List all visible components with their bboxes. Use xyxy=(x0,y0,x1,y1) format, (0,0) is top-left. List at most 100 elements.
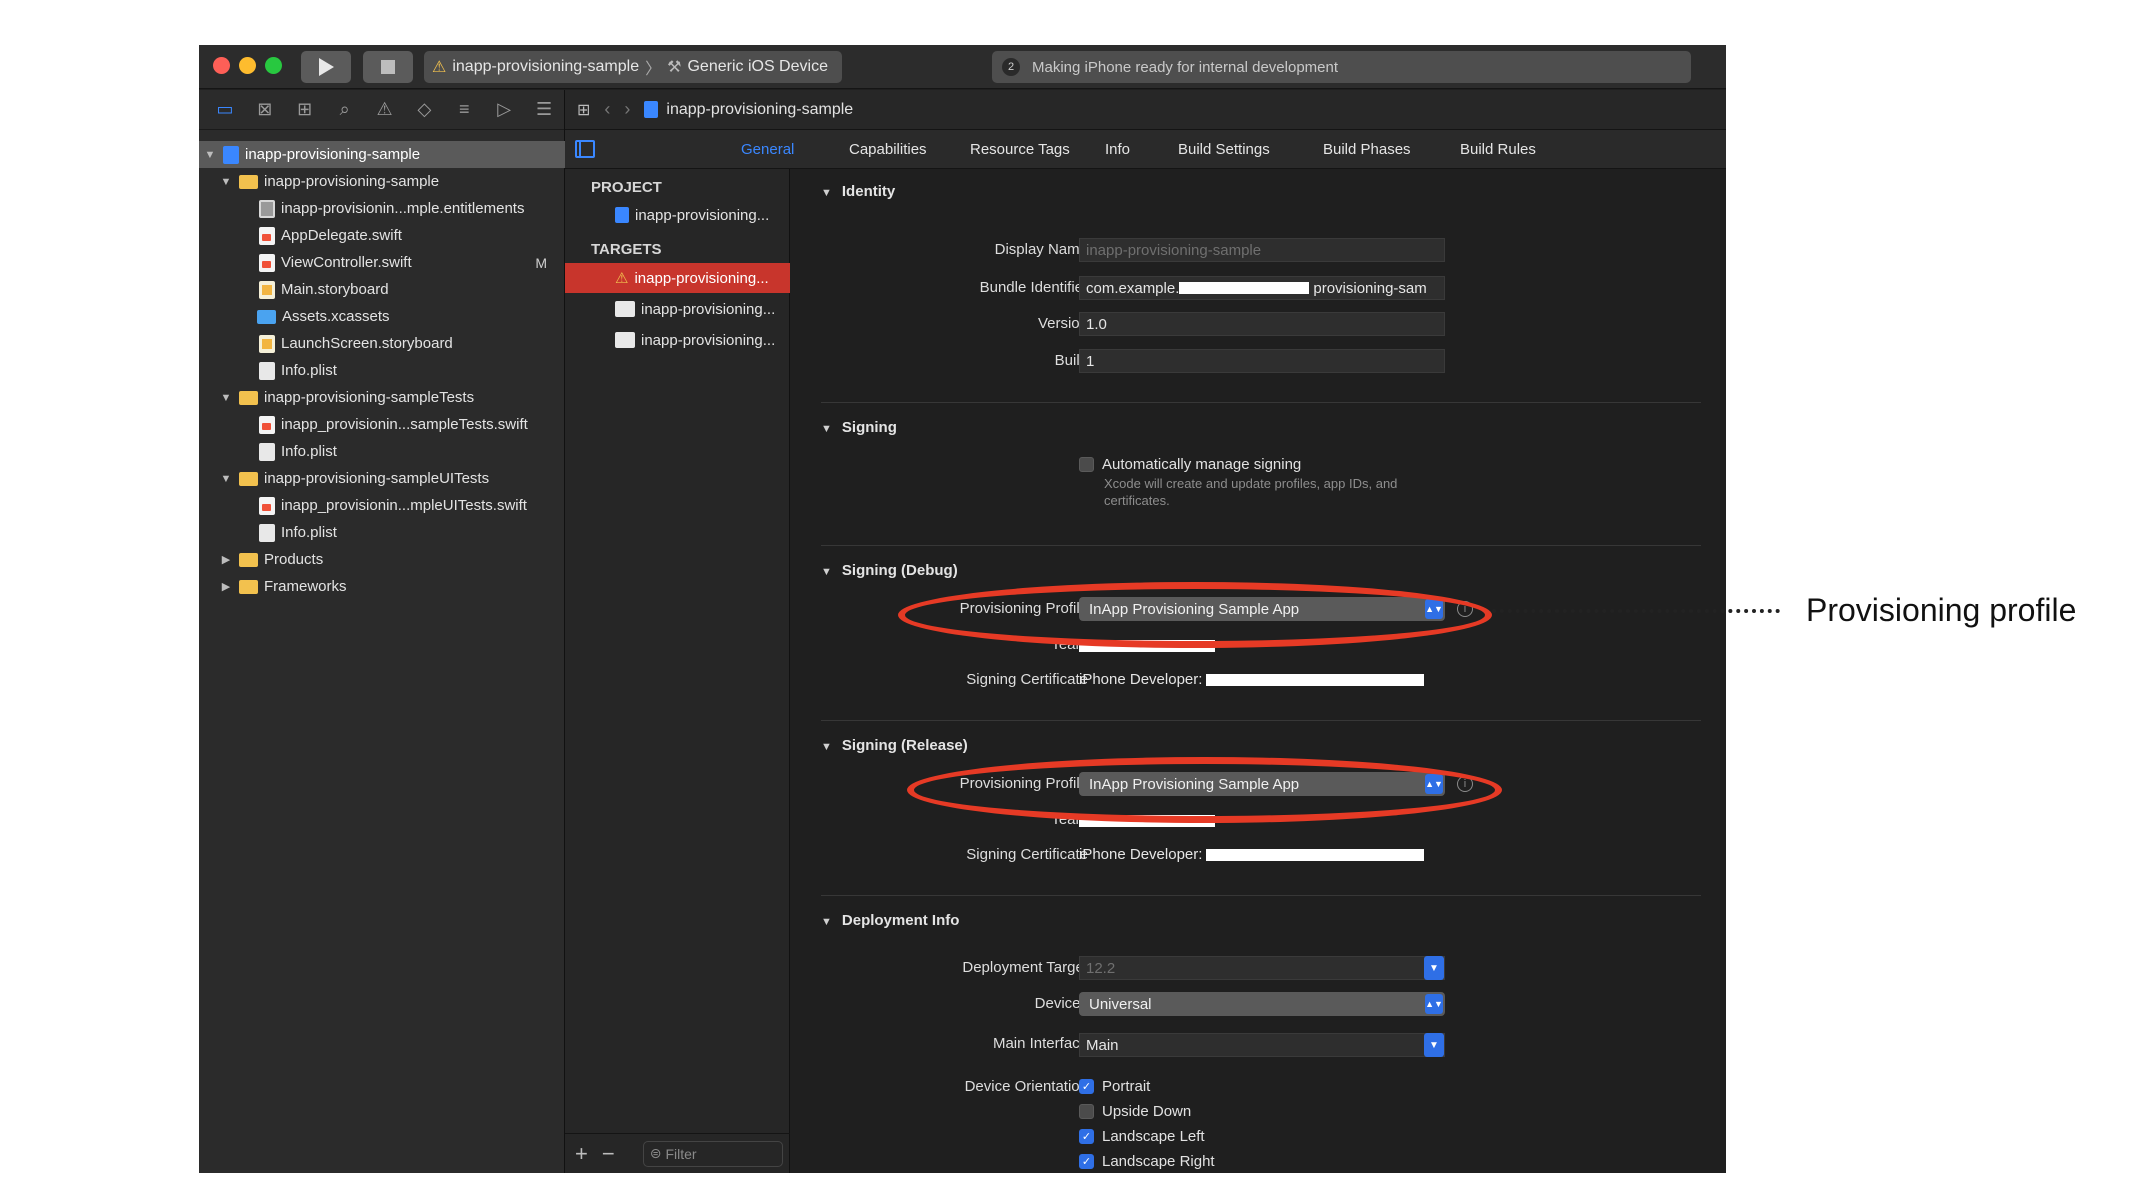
orientation-portrait-checkbox[interactable]: ✓ Portrait xyxy=(1079,1078,1150,1095)
checkmark-icon: ✓ xyxy=(1079,1079,1094,1094)
target-item-app[interactable]: ⚠ inapp-provisioning... xyxy=(565,263,790,293)
project-icon xyxy=(615,207,629,223)
devices-popup[interactable]: Universal ▲▼ xyxy=(1079,992,1445,1016)
target-item-tests[interactable]: inapp-provisioning... xyxy=(565,294,790,324)
scheme-selector[interactable]: ⚠ inapp-provisioning-sample 〉 ⚒ Generic … xyxy=(424,51,842,83)
debug-icon[interactable]: ≡ xyxy=(444,95,484,125)
tab-info[interactable]: Info xyxy=(1105,141,1130,158)
redacted-block xyxy=(1206,848,1425,861)
status-count-badge[interactable]: 2 xyxy=(1002,58,1020,76)
remove-icon[interactable]: − xyxy=(602,1141,615,1167)
tree-row-file[interactable]: AppDelegate.swift xyxy=(199,222,565,249)
jump-bar-label[interactable]: inapp-provisioning-sample xyxy=(666,101,853,119)
test-icon[interactable]: ◇ xyxy=(404,95,444,125)
navigator-tabs: ▭ ⊠ ⊞ ⌕ ⚠ ◇ ≡ ▷ ☰ xyxy=(199,90,564,130)
modified-badge: M xyxy=(535,254,547,271)
main-interface-value: Main xyxy=(1086,1036,1119,1054)
targets-footer: + − ⊜ Filter xyxy=(565,1133,790,1173)
folder-icon xyxy=(239,552,258,567)
section-signing-debug-toggle[interactable]: Signing (Debug) xyxy=(821,562,958,579)
tree-row-file[interactable]: Info.plist xyxy=(199,519,565,546)
release-cert-label: Signing Certificate xyxy=(966,846,1088,863)
section-deployment-toggle[interactable]: Deployment Info xyxy=(821,912,960,929)
tree-label: LaunchScreen.storyboard xyxy=(281,335,453,352)
run-button[interactable] xyxy=(301,51,351,83)
swift-file-icon xyxy=(259,253,275,272)
disclosure-open-icon[interactable]: ▼ xyxy=(219,473,233,485)
zoom-window-button[interactable] xyxy=(265,57,282,74)
tree-row-group[interactable]: ▼ inapp-provisioning-sampleUITests xyxy=(199,465,565,492)
disclosure-closed-icon[interactable]: ▶ xyxy=(219,580,233,593)
tree-row-file[interactable]: Info.plist xyxy=(199,438,565,465)
tree-row-file[interactable]: LaunchScreen.storyboard xyxy=(199,330,565,357)
chevron-down-icon[interactable]: ▼ xyxy=(1424,956,1444,980)
add-icon[interactable]: + xyxy=(575,1141,588,1167)
build-field[interactable]: 1 xyxy=(1079,349,1445,373)
tree-row-file[interactable]: Assets.xcassets xyxy=(199,303,565,330)
breakpoint-icon[interactable]: ▷ xyxy=(484,95,524,125)
issue-icon[interactable]: ⚠ xyxy=(365,95,405,125)
disclosure-closed-icon[interactable]: ▶ xyxy=(219,553,233,566)
tree-row-group[interactable]: ▼ inapp-provisioning-sample xyxy=(199,168,565,195)
tree-row-file[interactable]: Info.plist xyxy=(199,357,565,384)
general-settings: Identity Display Name inapp-provisioning… xyxy=(791,169,1726,1173)
tree-row-project[interactable]: ▼ inapp-provisioning-sample xyxy=(199,141,565,168)
minimize-window-button[interactable] xyxy=(239,57,256,74)
asset-catalog-icon xyxy=(257,309,276,324)
filter-placeholder: Filter xyxy=(665,1145,697,1162)
chevron-down-icon[interactable]: ▼ xyxy=(1424,1033,1444,1057)
tree-row-file[interactable]: inapp_provisionin...sampleTests.swift xyxy=(199,411,565,438)
target-item-uitests[interactable]: inapp-provisioning... xyxy=(565,325,790,355)
close-window-button[interactable] xyxy=(213,57,230,74)
tab-resource-tags[interactable]: Resource Tags xyxy=(970,141,1070,158)
tab-build-phases[interactable]: Build Phases xyxy=(1323,141,1411,158)
scheme-separator: 〉 xyxy=(645,61,662,78)
forward-arrow-icon[interactable]: › xyxy=(624,99,630,120)
main-interface-combo[interactable]: Main ▼ xyxy=(1079,1033,1445,1057)
release-cert-value: iPhone Developer: xyxy=(1079,846,1425,863)
tree-row-group[interactable]: ▶ Frameworks xyxy=(199,573,565,600)
deployment-target-combo[interactable]: 12.2 ▼ xyxy=(1079,956,1445,980)
tree-row-group[interactable]: ▶ Products xyxy=(199,546,565,573)
project-item[interactable]: inapp-provisioning... xyxy=(565,200,790,230)
sidebar-toggle-icon[interactable] xyxy=(575,140,595,158)
version-field[interactable]: 1.0 xyxy=(1079,312,1445,336)
display-name-label: Display Name xyxy=(994,241,1088,258)
disclosure-open-icon[interactable]: ▼ xyxy=(219,176,233,188)
tree-row-group[interactable]: ▼ inapp-provisioning-sampleTests xyxy=(199,384,565,411)
tree-row-file[interactable]: inapp_provisionin...mpleUITests.swift xyxy=(199,492,565,519)
related-items-icon[interactable]: ⊞ xyxy=(577,100,590,120)
bundle-identifier-field[interactable]: com.example. provisioning-sam xyxy=(1079,276,1445,300)
tree-row-file[interactable]: Main.storyboard xyxy=(199,276,565,303)
source-control-icon[interactable]: ⊠ xyxy=(245,95,285,125)
tab-general[interactable]: General xyxy=(741,141,794,158)
orientation-landscape-left-checkbox[interactable]: ✓ Landscape Left xyxy=(1079,1128,1205,1145)
display-name-field[interactable]: inapp-provisioning-sample xyxy=(1079,238,1445,262)
filter-icon: ⊜ xyxy=(649,1145,662,1161)
stop-button[interactable] xyxy=(363,51,413,83)
tree-row-file[interactable]: ViewController.swift M xyxy=(199,249,565,276)
orientation-upside-down-checkbox[interactable]: Upside Down xyxy=(1079,1103,1191,1120)
swift-file-icon xyxy=(259,415,275,434)
symbol-navigator-icon[interactable]: ⊞ xyxy=(285,95,325,125)
tree-label: Frameworks xyxy=(264,578,347,595)
find-icon[interactable]: ⌕ xyxy=(325,95,365,125)
folder-navigator-icon[interactable]: ▭ xyxy=(205,95,245,125)
section-identity-toggle[interactable]: Identity xyxy=(821,183,895,200)
tree-row-file[interactable]: inapp-provisionin...mple.entitlements xyxy=(199,195,565,222)
back-arrow-icon[interactable]: ‹ xyxy=(604,99,610,120)
section-signing-toggle[interactable]: Signing xyxy=(821,419,897,436)
disclosure-open-icon[interactable]: ▼ xyxy=(203,149,217,161)
orientation-landscape-right-checkbox[interactable]: ✓ Landscape Right xyxy=(1079,1153,1215,1170)
tree-label: inapp-provisionin...mple.entitlements xyxy=(281,200,525,217)
tab-build-rules[interactable]: Build Rules xyxy=(1460,141,1536,158)
disclosure-open-icon[interactable]: ▼ xyxy=(219,392,233,404)
report-icon[interactable]: ☰ xyxy=(524,95,564,125)
tab-build-settings[interactable]: Build Settings xyxy=(1178,141,1270,158)
filter-input[interactable]: ⊜ Filter xyxy=(642,1140,783,1167)
tab-capabilities[interactable]: Capabilities xyxy=(849,141,927,158)
tree-label: Main.storyboard xyxy=(281,281,389,298)
device-orientation-label: Device Orientation xyxy=(964,1078,1088,1095)
auto-signing-checkbox[interactable]: Automatically manage signing xyxy=(1079,456,1301,473)
section-signing-release-toggle[interactable]: Signing (Release) xyxy=(821,737,968,754)
